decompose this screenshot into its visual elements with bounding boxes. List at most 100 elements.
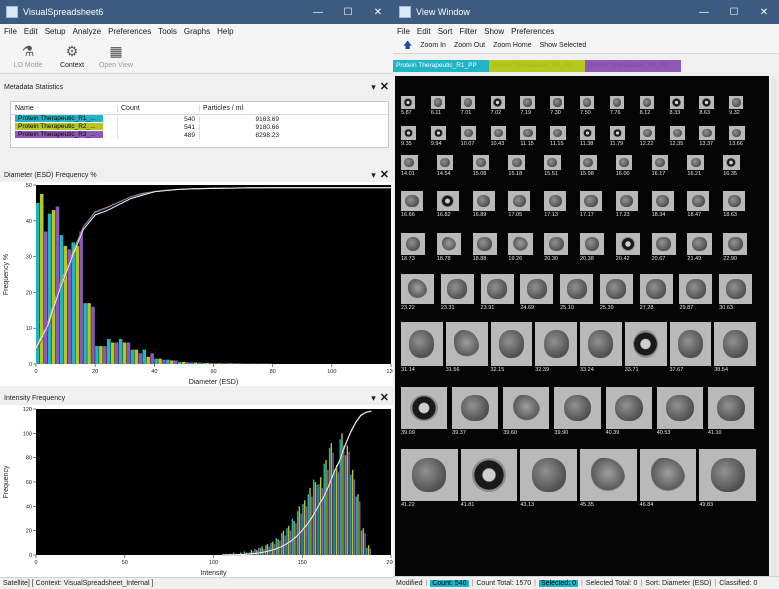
particle-thumbnail[interactable]: 16.82 <box>436 191 459 218</box>
col-name-header[interactable]: Name <box>11 105 117 112</box>
up-arrow-icon[interactable]: 🡅 <box>403 38 412 54</box>
particle-thumbnail[interactable]: 31.14 <box>401 322 443 373</box>
context-button[interactable]: ⚙ Context <box>50 38 94 73</box>
particle-thumbnail[interactable]: 18.47 <box>687 191 710 218</box>
particle-thumbnail[interactable]: 15.08 <box>472 155 490 177</box>
particle-thumbnail[interactable]: 39.09 <box>401 387 448 436</box>
menu-tools[interactable]: Tools <box>158 27 177 36</box>
maximize-icon[interactable]: ☐ <box>333 7 363 18</box>
close-panel-icon[interactable]: ✕ <box>380 169 389 181</box>
vertical-scrollbar[interactable] <box>771 76 777 576</box>
particle-thumbnail[interactable]: 17.13 <box>544 191 567 218</box>
particle-thumbnail[interactable]: 45.35 <box>580 449 637 508</box>
menu-analyze[interactable]: Analyze <box>73 27 101 36</box>
particle-thumbnail[interactable]: 7.19 <box>520 96 535 116</box>
particle-thumbnail[interactable]: 19.26 <box>508 233 533 262</box>
menu-file[interactable]: File <box>397 27 410 36</box>
close-icon[interactable]: ✕ <box>363 7 393 18</box>
particle-thumbnail[interactable]: 12.22 <box>639 126 656 147</box>
chevron-down-icon[interactable]: ▾ <box>371 82 376 92</box>
zoom-in-button[interactable]: Zoom In <box>420 42 446 49</box>
particle-thumbnail[interactable]: 16.00 <box>615 155 633 177</box>
particle-thumbnail[interactable]: 25.39 <box>599 274 633 311</box>
zoom-out-button[interactable]: Zoom Out <box>454 42 485 49</box>
particle-thumbnail[interactable]: 18.78 <box>436 233 461 262</box>
particle-thumbnail[interactable]: 40.53 <box>656 387 703 436</box>
particle-thumbnail[interactable]: 7.01 <box>460 96 475 116</box>
chevron-down-icon[interactable]: ▾ <box>371 393 376 403</box>
close-icon[interactable]: ✕ <box>749 7 779 18</box>
particle-thumbnail[interactable]: 13.66 <box>729 126 745 147</box>
menu-help[interactable]: Help <box>217 27 233 36</box>
lo-mode-button[interactable]: ⚗ LO Mode <box>6 38 50 73</box>
particle-thumbnail[interactable]: 29.87 <box>679 274 713 311</box>
particle-thumbnail[interactable]: 12.35 <box>669 126 685 147</box>
particle-thumbnail[interactable]: 16.21 <box>687 155 704 177</box>
particle-thumbnail[interactable]: 40.39 <box>605 387 652 436</box>
particle-thumbnail[interactable]: 37.67 <box>669 322 712 373</box>
particle-thumbnail[interactable]: 7.30 <box>550 96 565 116</box>
particle-thumbnail[interactable]: 23.22 <box>401 274 434 311</box>
particle-thumbnail[interactable]: 15.51 <box>544 155 561 177</box>
particle-thumbnail[interactable]: 41.81 <box>460 449 518 508</box>
tab-r2[interactable]: Protein Therapeutic_R2_PP <box>489 60 585 72</box>
particle-thumbnail[interactable]: 20.67 <box>651 233 676 262</box>
particle-thumbnail[interactable]: 9.32 <box>729 96 744 116</box>
particle-thumbnail[interactable]: 16.66 <box>401 191 423 218</box>
particle-thumbnail[interactable]: 6.11 <box>430 96 446 116</box>
particle-thumbnail[interactable]: 38.54 <box>714 322 756 373</box>
open-view-button[interactable]: ▦ Open View <box>94 38 138 73</box>
particle-thumbnail[interactable]: 27.28 <box>639 274 673 311</box>
particle-thumbnail[interactable]: 17.23 <box>615 191 638 218</box>
particle-thumbnail[interactable]: 39.90 <box>554 387 601 436</box>
col-count-header[interactable]: Count <box>117 104 199 112</box>
particle-thumbnail[interactable]: 32.39 <box>535 322 577 373</box>
particle-thumbnail[interactable]: 30.63 <box>719 274 753 311</box>
particle-thumbnail[interactable]: 13.37 <box>699 126 715 147</box>
particle-thumbnail[interactable]: 18.73 <box>401 233 426 262</box>
particle-thumbnail[interactable]: 11.38 <box>580 126 596 147</box>
particle-thumbnail[interactable]: 17.17 <box>580 191 602 218</box>
particle-thumbnail[interactable]: 14.01 <box>401 155 418 177</box>
particle-thumbnail[interactable]: 39.37 <box>452 387 499 436</box>
particle-thumbnail[interactable]: 20.30 <box>544 233 569 262</box>
tab-r1[interactable]: Protein Therapeutic_R1_PP <box>393 60 489 72</box>
particle-thumbnail[interactable]: 10.07 <box>460 126 477 147</box>
particle-thumbnail[interactable]: 18.34 <box>651 191 674 218</box>
zoom-home-button[interactable]: Zoom Home <box>493 42 532 49</box>
minimize-icon[interactable]: — <box>689 7 719 18</box>
table-row[interactable]: Protein Therapeutic_R3_... 489 8298.23 <box>11 130 388 139</box>
particle-thumbnail[interactable]: 31.56 <box>445 322 488 373</box>
close-panel-icon[interactable]: ✕ <box>380 81 389 93</box>
particle-thumbnail[interactable]: 24.69 <box>520 274 554 311</box>
particle-thumbnail[interactable]: 20.42 <box>615 233 640 262</box>
particle-thumbnail[interactable]: 25.10 <box>560 274 594 311</box>
close-panel-icon[interactable]: ✕ <box>380 392 389 404</box>
particle-thumbnail[interactable]: 32.15 <box>490 322 533 373</box>
particle-thumbnail[interactable]: 14.54 <box>436 155 454 177</box>
menu-edit[interactable]: Edit <box>417 27 431 36</box>
menu-filter[interactable]: Filter <box>459 27 477 36</box>
particle-thumbnail[interactable]: 11.79 <box>609 126 626 147</box>
particle-thumbnail[interactable]: 7.76 <box>609 96 625 116</box>
particle-thumbnail[interactable]: 21.49 <box>687 233 712 262</box>
particle-thumbnail[interactable]: 18.88 <box>472 233 497 262</box>
menu-edit[interactable]: Edit <box>24 27 38 36</box>
particle-thumbnail[interactable]: 23.91 <box>480 274 514 311</box>
menu-graphs[interactable]: Graphs <box>184 27 210 36</box>
particle-thumbnail[interactable]: 22.90 <box>723 233 748 262</box>
particle-thumbnail[interactable]: 41.22 <box>401 449 458 508</box>
maximize-icon[interactable]: ☐ <box>719 7 749 18</box>
particle-thumbnail[interactable]: 9.35 <box>401 126 417 147</box>
particle-thumbnail[interactable]: 16.89 <box>472 191 495 218</box>
col-particles-header[interactable]: Particles / ml <box>199 104 283 112</box>
particle-thumbnail[interactable]: 8.63 <box>699 96 714 116</box>
particle-thumbnail[interactable]: 11.15 <box>550 126 566 147</box>
particle-thumbnail[interactable]: 15.18 <box>508 155 525 177</box>
chevron-down-icon[interactable]: ▾ <box>371 170 376 180</box>
particle-thumbnail[interactable]: 23.31 <box>440 274 474 311</box>
show-selected-button[interactable]: Show Selected <box>540 42 587 49</box>
particle-thumbnail[interactable]: 33.24 <box>580 322 622 373</box>
particle-thumbnail[interactable]: 43.13 <box>520 449 577 508</box>
particle-thumbnail[interactable]: 41.10 <box>707 387 755 436</box>
